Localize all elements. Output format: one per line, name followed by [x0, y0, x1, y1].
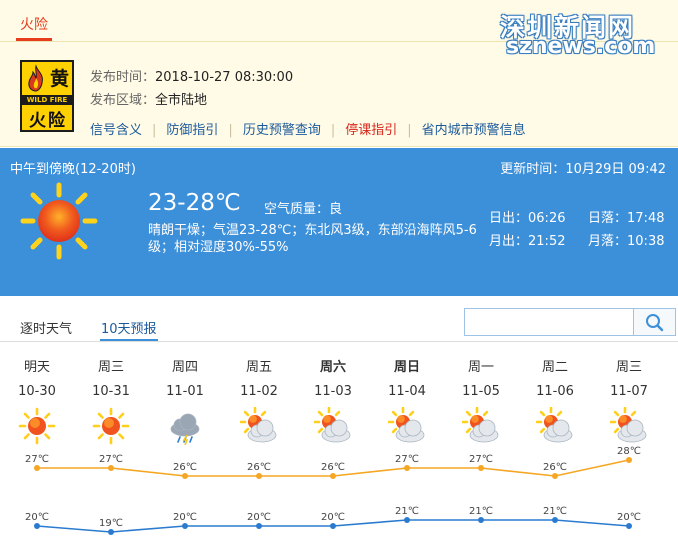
air-quality: 空气质量：良	[264, 198, 342, 217]
high-temp-label: 26℃	[321, 462, 345, 473]
update-time-value: 10月29日 09:42	[565, 162, 666, 177]
update-time: 更新时间：10月29日 09:42	[500, 158, 666, 177]
sunny-icon	[20, 182, 98, 260]
tab-10-day[interactable]: 10天预报	[101, 318, 157, 337]
link-signal-meaning[interactable]: 信号含义	[90, 123, 142, 138]
low-temp-point	[108, 529, 114, 535]
moonset-value: 10:38	[627, 234, 665, 249]
link-separator: |	[330, 123, 336, 138]
low-temp-label: 21℃	[543, 506, 567, 517]
link-defense-guide[interactable]: 防御指引	[166, 123, 218, 138]
publish-time-value: 2018-10-27 08:30:00	[155, 70, 294, 85]
high-temp-label: 28℃	[617, 446, 641, 457]
low-temp-point	[330, 523, 336, 529]
sunset-value: 17:48	[627, 211, 665, 226]
update-time-label: 更新时间：	[500, 162, 566, 177]
current-temp-range: 23-28℃	[148, 190, 241, 216]
badge-name: 火险	[29, 111, 67, 131]
tab-hourly[interactable]: 逐时天气	[20, 318, 72, 337]
watermark-logo-en: sznews.com	[506, 34, 656, 59]
low-temp-point	[626, 523, 632, 529]
sunset: 日落：17:48	[588, 207, 664, 226]
low-temp-point	[552, 517, 558, 523]
publish-time: 发布时间：2018-10-27 08:30:00	[90, 66, 293, 85]
low-temp-point	[256, 523, 262, 529]
search-input[interactable]	[465, 309, 633, 335]
weather-description: 晴朗干燥；气温23-28℃；东北风3级，东部沿海阵风5-6级；相对湿度30%-5…	[148, 223, 477, 255]
low-temp-label: 20℃	[321, 512, 345, 523]
temperature-chart: 27℃ 27℃ 26℃ 26℃ 26℃ 27℃ 27℃ 26℃ 28℃ 20℃ 19℃ 20℃ 20℃ 2…	[25, 446, 641, 535]
search-box	[464, 308, 676, 336]
sunrise-value: 06:26	[528, 211, 566, 226]
high-temp-point	[330, 473, 336, 479]
low-temp-label: 20℃	[25, 512, 49, 523]
air-quality-value: 良	[329, 202, 343, 217]
publish-area-value: 全市陆地	[155, 93, 208, 108]
low-temp-label: 20℃	[617, 512, 641, 523]
publish-area-label: 发布区域：	[90, 93, 156, 108]
low-temp-point	[34, 523, 40, 529]
high-temp-point	[626, 457, 632, 463]
fire-warning-badge-icon: 黄 WILD FIRE 火险	[20, 60, 74, 132]
search-icon	[646, 314, 664, 332]
high-temp-label: 26℃	[173, 462, 197, 473]
high-temp-label: 27℃	[25, 454, 49, 465]
low-temp-label: 20℃	[247, 512, 271, 523]
warning-panel: 火险 深圳新闻网 sznews.com 黄 WILD FIRE 火险 发布时间：…	[0, 0, 678, 147]
link-separator: |	[407, 123, 412, 138]
moonrise: 月出：21:52	[489, 230, 565, 249]
link-class-suspension-guide[interactable]: 停课指引	[345, 123, 397, 138]
high-temp-label: 27℃	[99, 454, 123, 465]
sunset-label: 日落：	[588, 211, 628, 226]
air-quality-label: 空气质量：	[264, 202, 330, 217]
low-temp-point	[182, 523, 188, 529]
warning-links: 信号含义 | 防御指引 | 历史预警查询 | 停课指引 | 省内城市预警信息	[90, 119, 526, 138]
forecast-period: 中午到傍晚(12-20时)	[10, 162, 136, 177]
low-temp-point	[404, 517, 410, 523]
high-temp-point	[108, 465, 114, 471]
high-temp-point	[404, 465, 410, 471]
flame-icon	[28, 64, 43, 92]
moonset-label: 月落：	[588, 234, 628, 249]
low-temp-label: 21℃	[469, 506, 493, 517]
low-temp-label: 21℃	[395, 506, 419, 517]
high-temp-label: 27℃	[469, 454, 493, 465]
warning-level: 黄	[50, 68, 70, 90]
ten-day-forecast: 明天 10-30 周三 10-31 周四 11-01 周五 11-02 周六 11-03 周日 11-…	[0, 345, 678, 558]
sunrise-label: 日出：	[489, 211, 529, 226]
high-temp-label: 26℃	[247, 462, 271, 473]
badge-en-label: WILD FIRE	[22, 95, 72, 105]
link-province-warnings[interactable]: 省内城市预警信息	[422, 123, 526, 138]
publish-area: 发布区域：全市陆地	[90, 89, 207, 108]
link-history-query[interactable]: 历史预警查询	[243, 123, 321, 138]
moonset: 月落：10:38	[588, 230, 664, 249]
high-temp-point	[182, 473, 188, 479]
moonrise-value: 21:52	[528, 234, 566, 249]
high-temp-label: 27℃	[395, 454, 419, 465]
high-temp-point	[478, 465, 484, 471]
active-tab-indicator	[16, 38, 52, 41]
low-temp-label: 20℃	[173, 512, 197, 523]
high-temp-point	[256, 473, 262, 479]
moonrise-label: 月出：	[489, 234, 529, 249]
active-tab-indicator	[100, 339, 158, 341]
low-temp-point	[478, 517, 484, 523]
high-temp-point	[552, 473, 558, 479]
high-temp-point	[34, 465, 40, 471]
link-separator: |	[228, 123, 233, 138]
search-button[interactable]	[633, 309, 675, 335]
current-weather-panel: 中午到傍晚(12-20时) 更新时间：10月29日 09:42 23-28℃ 空…	[0, 148, 678, 296]
high-temp-label: 26℃	[543, 462, 567, 473]
sunrise: 日出：06:26	[489, 207, 565, 226]
tab-fire-warning[interactable]: 火险	[20, 14, 48, 34]
low-temp-label: 19℃	[99, 518, 123, 529]
link-separator: |	[152, 123, 157, 138]
publish-time-label: 发布时间：	[90, 70, 156, 85]
